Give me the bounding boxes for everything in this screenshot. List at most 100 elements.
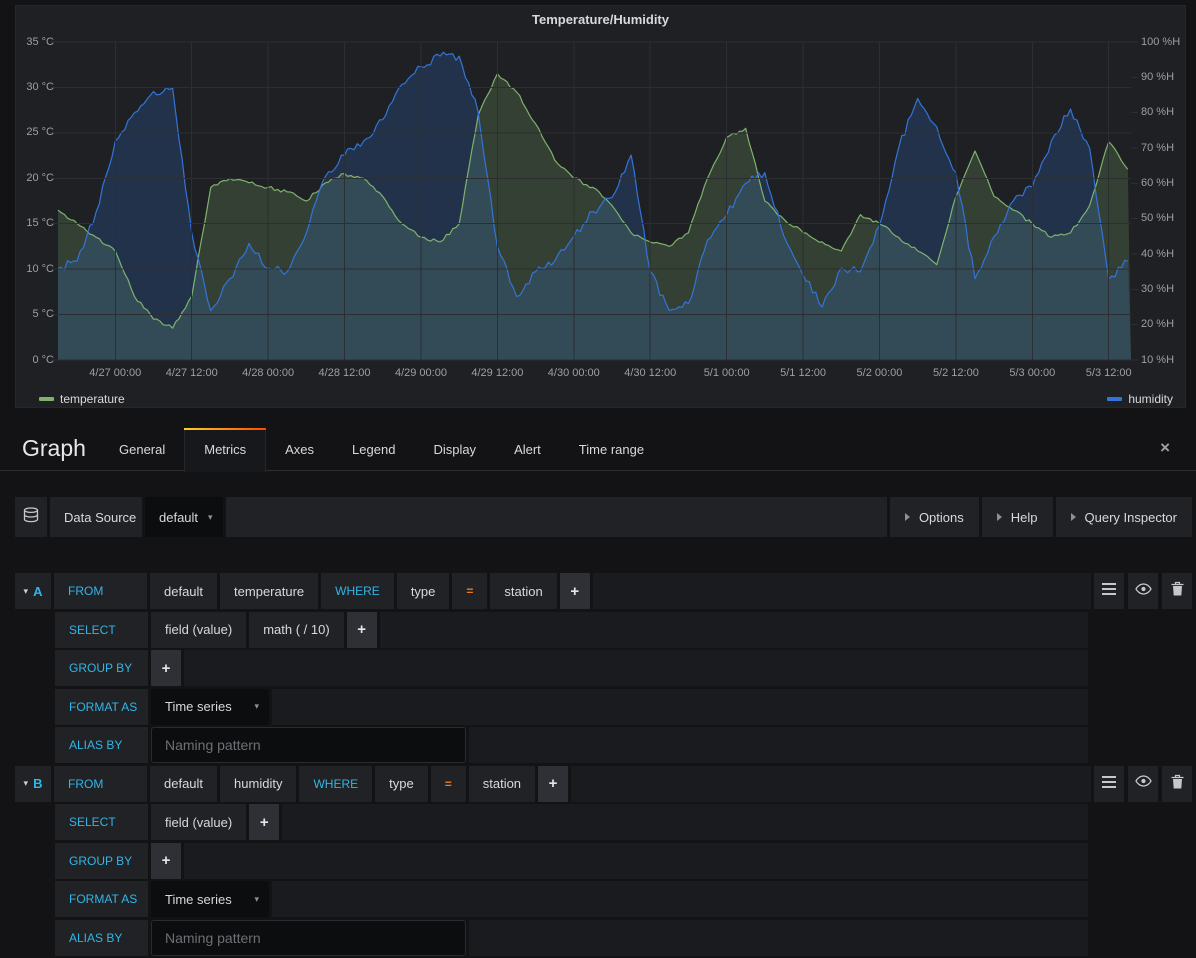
y-left-tick-label: 0 °C <box>16 354 54 366</box>
tab-alert[interactable]: Alert <box>495 428 560 471</box>
query-toggle-visibility-button[interactable] <box>1128 766 1158 802</box>
button-label: Options <box>919 510 964 525</box>
policy-segment[interactable]: default <box>150 766 217 802</box>
add-select-button[interactable]: + <box>347 612 377 648</box>
y-right-tick-label: 70 %H <box>1141 142 1174 154</box>
graph-panel: Temperature/Humidity 35 °C30 °C25 °C20 °… <box>15 5 1186 408</box>
legend-item-humidity[interactable]: humidity <box>1107 392 1173 406</box>
trash-icon <box>1171 774 1184 794</box>
add-where-button[interactable]: + <box>560 573 590 609</box>
query-inspector-button[interactable]: Query Inspector <box>1056 497 1193 537</box>
plot-area[interactable] <box>58 42 1131 360</box>
where-keyword[interactable]: WHERE <box>321 573 394 609</box>
close-icon[interactable]: × <box>1160 438 1170 458</box>
query-editor: Data Source default ▾ OptionsHelpQuery I… <box>15 497 1192 958</box>
query-delete-button[interactable] <box>1162 766 1192 802</box>
add-groupby-button[interactable]: + <box>151 650 181 686</box>
tab-metrics[interactable]: Metrics <box>184 428 266 472</box>
chevron-down-icon: ▾ <box>254 701 259 712</box>
where-operator-segment[interactable]: = <box>431 766 466 802</box>
select-keyword[interactable]: SELECT <box>55 804 148 840</box>
collapse-caret-icon: ▾ <box>24 586 29 597</box>
measurement-segment[interactable]: temperature <box>220 573 318 609</box>
tab-axes[interactable]: Axes <box>266 428 333 471</box>
select-part-segment[interactable]: math ( / 10) <box>249 612 343 648</box>
query-letter: B <box>33 776 42 791</box>
y-left-tick-label: 20 °C <box>16 172 54 184</box>
y-left-tick-label: 30 °C <box>16 81 54 93</box>
row-filler <box>272 881 1088 917</box>
tabs: GeneralMetricsAxesLegendDisplayAlertTime… <box>100 428 663 471</box>
formatas-keyword[interactable]: FORMAT AS <box>55 689 148 725</box>
help-button[interactable]: Help <box>982 497 1053 537</box>
datasource-row-filler <box>226 497 887 537</box>
where-value-segment[interactable]: station <box>490 573 556 609</box>
row-filler <box>469 920 1088 956</box>
measurement-segment[interactable]: humidity <box>220 766 296 802</box>
query-b-collapse[interactable]: ▾ B <box>15 766 51 802</box>
policy-segment[interactable]: default <box>150 573 217 609</box>
row-filler <box>272 689 1088 725</box>
query-menu-button[interactable] <box>1094 766 1124 802</box>
y-right-tick-label: 50 %H <box>1141 212 1174 224</box>
select-keyword[interactable]: SELECT <box>55 612 148 648</box>
query-b-groupby-row: GROUP BY + <box>15 843 1192 879</box>
timeseries-chart <box>58 42 1131 360</box>
format-select[interactable]: Time series ▾ <box>151 689 269 725</box>
groupby-keyword[interactable]: GROUP BY <box>55 650 148 686</box>
aliasby-keyword[interactable]: ALIAS BY <box>55 727 148 763</box>
alias-input[interactable] <box>151 920 466 956</box>
x-tick-label: 4/27 12:00 <box>166 367 218 379</box>
button-label: Help <box>1011 510 1038 525</box>
y-right-tick-label: 10 %H <box>1141 354 1174 366</box>
alias-input[interactable] <box>151 727 466 763</box>
datasource-select[interactable]: default ▾ <box>145 497 223 537</box>
editor-tabbar: Graph GeneralMetricsAxesLegendDisplayAle… <box>0 428 1196 471</box>
from-keyword[interactable]: FROM <box>54 766 147 802</box>
query-b-from-row: ▾ B FROM default humidity WHERE type = s… <box>15 766 1192 802</box>
eye-icon <box>1135 774 1152 793</box>
query-block-b: ▾ B FROM default humidity WHERE type = s… <box>15 766 1192 956</box>
legend-swatch-icon <box>39 397 54 401</box>
query-a-collapse[interactable]: ▾ A <box>15 573 51 609</box>
where-value-segment[interactable]: station <box>469 766 535 802</box>
x-tick-label: 5/3 12:00 <box>1086 367 1132 379</box>
row-filler <box>593 573 1091 609</box>
format-select[interactable]: Time series ▾ <box>151 881 269 917</box>
formatas-keyword[interactable]: FORMAT AS <box>55 881 148 917</box>
from-keyword[interactable]: FROM <box>54 573 147 609</box>
query-a-from-row: ▾ A FROM default temperature WHERE type … <box>15 573 1192 609</box>
tab-legend[interactable]: Legend <box>333 428 414 471</box>
add-groupby-button[interactable]: + <box>151 843 181 879</box>
x-tick-label: 5/1 00:00 <box>704 367 750 379</box>
groupby-keyword[interactable]: GROUP BY <box>55 843 148 879</box>
aliasby-keyword[interactable]: ALIAS BY <box>55 920 148 956</box>
y-right-tick-label: 20 %H <box>1141 318 1174 330</box>
row-filler <box>469 727 1088 763</box>
x-tick-label: 5/2 00:00 <box>857 367 903 379</box>
chevron-down-icon: ▾ <box>254 894 259 905</box>
where-field-segment[interactable]: type <box>397 573 450 609</box>
tab-display[interactable]: Display <box>414 428 495 471</box>
x-tick-label: 4/28 00:00 <box>242 367 294 379</box>
x-tick-label: 4/28 12:00 <box>319 367 371 379</box>
add-select-button[interactable]: + <box>249 804 279 840</box>
select-part-segment[interactable]: field (value) <box>151 804 246 840</box>
query-a-groupby-row: GROUP BY + <box>15 650 1192 686</box>
add-where-button[interactable]: + <box>538 766 568 802</box>
tab-time-range[interactable]: Time range <box>560 428 663 471</box>
where-operator-segment[interactable]: = <box>452 573 487 609</box>
where-field-segment[interactable]: type <box>375 766 428 802</box>
tab-general[interactable]: General <box>100 428 184 471</box>
options-button[interactable]: Options <box>890 497 979 537</box>
query-delete-button[interactable] <box>1162 573 1192 609</box>
select-part-segment[interactable]: field (value) <box>151 612 246 648</box>
where-keyword[interactable]: WHERE <box>299 766 372 802</box>
query-toggle-visibility-button[interactable] <box>1128 573 1158 609</box>
row-filler <box>184 843 1088 879</box>
x-tick-label: 4/30 00:00 <box>548 367 600 379</box>
query-menu-button[interactable] <box>1094 573 1124 609</box>
chevron-down-icon: ▾ <box>208 512 213 523</box>
hamburger-icon <box>1102 582 1116 600</box>
legend-item-temperature[interactable]: temperature <box>39 392 125 406</box>
